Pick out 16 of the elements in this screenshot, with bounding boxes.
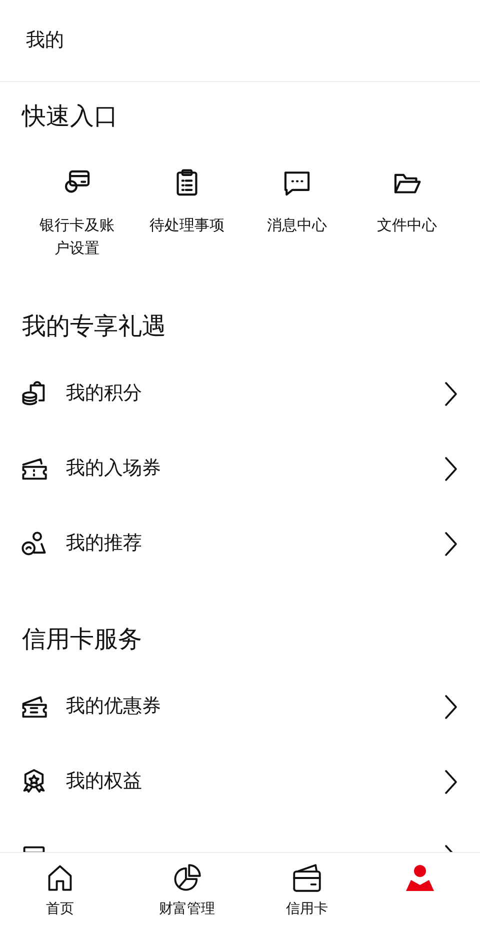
tab[interactable]: 财富管理 — [120, 853, 254, 927]
section-title: 信用卡服务 — [21, 624, 143, 655]
list-item[interactable]: 我的推荐 — [0, 506, 480, 581]
section-title: 快速入口 — [20, 101, 119, 132]
page-title: 我的 — [26, 28, 64, 54]
shortcut-button[interactable]: 待处理事项 — [132, 168, 242, 260]
list-item[interactable]: 我的权益 — [0, 744, 480, 819]
tab[interactable]: 首页 — [0, 853, 120, 927]
section-title: 我的专享礼遇 — [21, 311, 167, 342]
list-item[interactable]: 我的优惠券 — [0, 669, 480, 744]
shortcut-button[interactable]: 银行卡及账户设置 — [22, 168, 132, 260]
list-item[interactable]: 我的积分 — [0, 356, 480, 431]
list-item[interactable]: 我的入场券 — [0, 431, 480, 506]
shortcut-button[interactable]: 文件中心 — [352, 168, 462, 260]
shortcut-button[interactable]: 消息中心 — [242, 168, 352, 260]
tab[interactable]: 信用卡 — [254, 853, 360, 927]
